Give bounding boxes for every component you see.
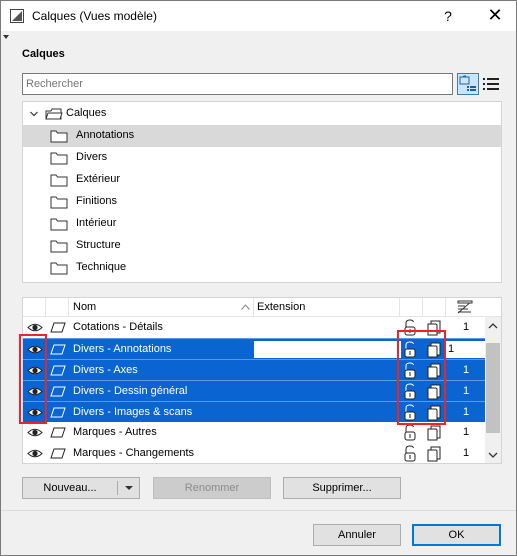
eye-icon[interactable]	[27, 322, 43, 333]
rename-button[interactable]: Renommer	[153, 477, 271, 499]
layer-plane-icon	[50, 407, 66, 418]
tree-folder-finitions[interactable]: Finitions	[23, 191, 501, 213]
tree-folder-divers[interactable]: Divers	[23, 147, 501, 169]
lock-icon[interactable]	[403, 445, 417, 462]
scroll-up-icon[interactable]	[488, 322, 498, 330]
header-divider	[399, 298, 400, 317]
pen-set-value[interactable]: 1	[455, 406, 477, 418]
layer-name: Divers - Dessin général	[73, 385, 188, 397]
header-divider	[68, 298, 69, 317]
tree-folder-interieur[interactable]: Intérieur	[23, 213, 501, 235]
pen-set-field[interactable]: 1	[444, 341, 486, 358]
layer-name: Marques - Autres	[73, 426, 157, 438]
tree-folder-label: Finitions	[76, 195, 117, 207]
folder-tree: Calques Annotations Divers Extérieur Fin…	[22, 101, 502, 283]
layer-plane-icon	[50, 322, 66, 333]
footer-divider	[1, 510, 516, 511]
highlight-box-lock-status	[397, 330, 446, 425]
pen-set-icon	[457, 300, 473, 314]
split-divider	[117, 481, 118, 495]
layer-row[interactable]: Marques - Autres 1	[23, 422, 485, 443]
pen-set-value[interactable]: 1	[455, 364, 477, 376]
extension-field[interactable]	[254, 341, 401, 358]
list-view-button[interactable]	[480, 73, 502, 95]
layers-dialog: Calques (Vues modèle) ? ✕ Calques Recher…	[0, 0, 517, 556]
layer-plane-icon	[50, 365, 66, 376]
header-divider	[253, 298, 254, 317]
tree-view-button[interactable]	[457, 73, 479, 95]
layer-row[interactable]: Marques - Changements 1	[23, 443, 485, 463]
tree-folder-label: Intérieur	[76, 217, 117, 229]
dropdown-arrow-icon[interactable]	[125, 486, 133, 490]
pen-set-value[interactable]: 1	[455, 447, 477, 459]
sort-ascending-icon[interactable]	[241, 304, 250, 310]
layer-plane-icon	[50, 386, 66, 397]
delete-button[interactable]: Supprimer...	[283, 477, 401, 499]
list-header: Nom Extension	[23, 298, 501, 317]
scroll-thumb[interactable]	[486, 343, 500, 433]
layer-name: Marques - Changements	[73, 447, 195, 459]
tree-folder-structure[interactable]: Structure	[23, 235, 501, 257]
document-icon[interactable]	[427, 446, 441, 462]
folder-icon	[50, 174, 68, 187]
tree-folder-annotations[interactable]: Annotations	[23, 125, 501, 147]
search-input[interactable]	[22, 73, 453, 95]
document-icon[interactable]	[427, 425, 441, 441]
folder-stack-icon	[45, 108, 63, 120]
highlight-box-visibility	[19, 334, 47, 424]
pen-set-value[interactable]: 1	[455, 321, 477, 333]
header-divider	[445, 298, 446, 317]
header-divider	[45, 298, 46, 317]
tree-folder-technique[interactable]: Technique	[23, 257, 501, 279]
tree-view-icon	[459, 75, 476, 91]
pen-set-value[interactable]: 1	[455, 426, 477, 438]
close-button[interactable]: ✕	[475, 1, 515, 31]
header-extension[interactable]: Extension	[257, 301, 305, 313]
help-button[interactable]: ?	[431, 1, 465, 31]
app-icon	[10, 9, 24, 23]
section-title: Calques	[22, 48, 65, 60]
header-divider	[422, 298, 423, 317]
header-name[interactable]: Nom	[73, 301, 96, 313]
folder-icon	[50, 152, 68, 165]
tree-folder-label: Technique	[76, 261, 127, 273]
layer-name: Divers - Axes	[73, 364, 138, 376]
title-bar: Calques (Vues modèle) ? ✕	[1, 1, 516, 31]
tree-root[interactable]: Calques	[23, 103, 501, 125]
list-scrollbar[interactable]	[485, 317, 501, 463]
layer-name: Divers - Images & scans	[73, 406, 193, 418]
layer-plane-icon	[50, 427, 66, 438]
new-layer-button[interactable]: Nouveau...	[22, 477, 140, 499]
eye-icon[interactable]	[27, 427, 43, 438]
folder-icon	[50, 240, 68, 253]
lock-icon[interactable]	[403, 424, 417, 441]
tree-folder-label: Structure	[76, 239, 121, 251]
ok-button[interactable]: OK	[412, 524, 501, 546]
folder-icon	[50, 218, 68, 231]
window-title: Calques (Vues modèle)	[32, 9, 157, 23]
tree-folder-label: Extérieur	[76, 173, 121, 185]
folder-icon	[50, 262, 68, 275]
tree-folder-label: Divers	[76, 151, 108, 163]
folder-icon	[50, 130, 68, 143]
scroll-down-icon[interactable]	[488, 451, 498, 459]
layer-plane-icon	[50, 448, 66, 459]
tree-root-label: Calques	[66, 107, 107, 119]
tree-folder-exterieur[interactable]: Extérieur	[23, 169, 501, 191]
collapse-arrow-icon[interactable]	[3, 35, 9, 39]
list-view-icon	[483, 78, 499, 90]
folder-icon	[50, 196, 68, 209]
pen-set-value[interactable]: 1	[455, 385, 477, 397]
new-layer-label: Nouveau...	[43, 482, 97, 494]
tree-folder-label: Annotations	[76, 129, 135, 141]
chevron-down-icon[interactable]	[30, 110, 38, 118]
cancel-button[interactable]: Annuler	[313, 524, 401, 546]
layer-plane-icon	[50, 344, 66, 355]
layer-name: Cotations - Détails	[73, 321, 163, 333]
layer-name: Divers - Annotations	[73, 343, 172, 355]
eye-icon[interactable]	[27, 448, 43, 459]
